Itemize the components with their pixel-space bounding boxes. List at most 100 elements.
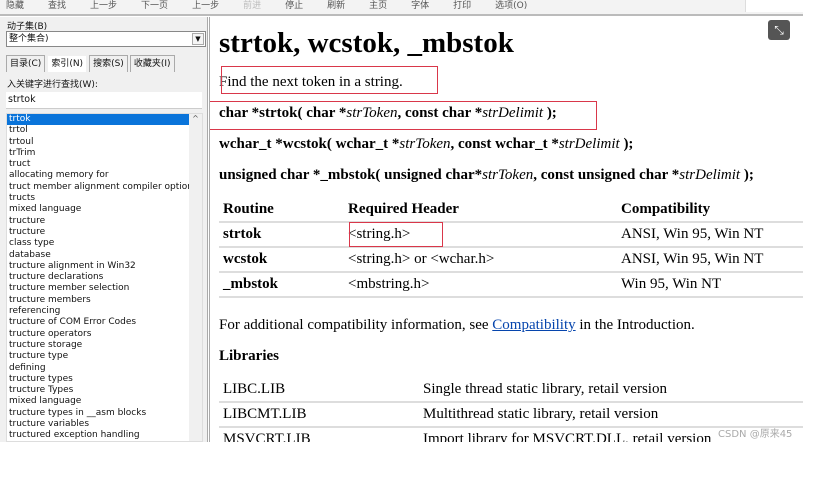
list-item[interactable]: tructure variables (7, 419, 190, 430)
list-item[interactable]: tructure of COM Error Codes (7, 317, 190, 328)
column-header: Compatibility (617, 197, 803, 223)
list-item[interactable]: tructure type (7, 351, 190, 362)
list-item[interactable]: tructs (7, 193, 190, 204)
tab-3[interactable]: 收藏夹(I) (129, 55, 175, 72)
highlight-box (210, 101, 597, 130)
toolbar-button[interactable]: 上一步 (90, 0, 117, 14)
toolbar-button[interactable]: 前进 (243, 0, 261, 14)
signature-mbstok: unsigned char *_mbstok( unsigned char*st… (219, 167, 754, 184)
toolbar-button[interactable]: 主页 (369, 0, 387, 14)
table-cell: Multithread static library, retail versi… (419, 402, 803, 428)
subset-select[interactable]: 整个集合) ▼ (6, 31, 206, 47)
sig-part: ); (619, 136, 634, 152)
help-nav-panel: 动子集(B) 整个集合) ▼ 目录(C) 索引(N) 搜索(S) 收藏夹(I) 入关键字… (0, 17, 207, 442)
list-item[interactable]: database (7, 250, 190, 261)
list-item[interactable]: tructure storage (7, 340, 190, 351)
table-cell: _mbstok (219, 272, 344, 298)
toolbar-button[interactable]: 选项(O) (495, 0, 527, 14)
list-item[interactable]: tructure types in __asm blocks (7, 408, 190, 419)
list-item[interactable]: truct (7, 159, 190, 170)
list-item[interactable]: tructure declarations (7, 272, 190, 283)
library-row: LIBCMT.LIB Multithread static library, re… (219, 402, 803, 428)
list-item[interactable]: tructure members (7, 295, 190, 306)
table-cell: strtok (219, 222, 344, 248)
list-item[interactable]: tructured exception handling (7, 430, 190, 441)
toolbar-button[interactable]: 停止 (285, 0, 303, 14)
compatibility-link[interactable]: Compatibility (492, 317, 575, 333)
sig-part: , const wchar_t * (450, 136, 559, 152)
list-item[interactable]: trtok (7, 114, 190, 126)
list-item[interactable]: tructure Types (7, 385, 190, 396)
list-item[interactable]: tructure alignment in Win32 (7, 261, 190, 272)
sig-part: strDelimit (558, 136, 620, 152)
toolbar-button[interactable]: 刷新 (327, 0, 345, 14)
toolbar: 隐藏 查找 上一步 下一页 上一步 前进 停止 刷新 主页 字体 打印 选项(O) (0, 0, 803, 16)
routine-table: Routine Required Header Compatibility strto… (219, 197, 803, 298)
list-item[interactable]: truct member alignment compiler option (7, 182, 193, 193)
help-content: strtok, wcstok, _mbstok Find the next to… (207, 17, 803, 442)
page-title: strtok, wcstok, _mbstok (219, 27, 514, 59)
table-row: _mbstok <mbstring.h> Win 95, Win NT (219, 272, 803, 298)
chevron-down-icon[interactable]: ▼ (192, 33, 204, 45)
tab-0[interactable]: 目录(C) (6, 55, 46, 72)
toolbar-button[interactable]: 隐藏 (6, 0, 24, 14)
table-cell: <mbstring.h> (344, 272, 617, 298)
sig-part: , const unsigned char * (533, 167, 680, 183)
compat-text: For additional compatibility information… (219, 317, 695, 333)
highlight-box (349, 222, 443, 247)
highlight-box (221, 66, 438, 94)
library-row: MSVCRT.LIB Import library for MSVCRT.DLL,… (219, 427, 803, 442)
table-row: wcstok <string.h> or <wchar.h> ANSI, Win 9… (219, 247, 803, 273)
keyword-input[interactable]: strtok (6, 92, 202, 109)
toolbar-button[interactable]: 字体 (411, 0, 429, 14)
list-item[interactable]: mixed language (7, 204, 190, 215)
list-item[interactable]: tructure operators (7, 329, 190, 340)
list-item[interactable]: tructure types (7, 374, 190, 385)
list-item[interactable]: tructure (7, 227, 190, 238)
list-item[interactable]: tructure member selection (7, 283, 190, 294)
libraries-heading: Libraries (219, 348, 279, 364)
list-item[interactable]: defining (7, 363, 190, 374)
column-header: Required Header (344, 197, 617, 223)
table-cell: LIBCMT.LIB (219, 402, 419, 428)
fullscreen-exit-button[interactable]: ⤡ (768, 20, 790, 40)
tab-1[interactable]: 索引(N) (47, 55, 88, 72)
libraries-table: LIBC.LIB Single thread static library, re… (219, 377, 803, 442)
table-cell: Win 95, Win NT (617, 272, 803, 298)
list-item[interactable]: mixed language (7, 396, 190, 407)
list-scrollbar[interactable]: ^ (189, 114, 202, 441)
collapse-icon: ⤡ (774, 23, 784, 37)
table-cell: <string.h> or <wchar.h> (344, 247, 617, 273)
list-item[interactable]: class type (7, 238, 190, 249)
library-row: LIBC.LIB Single thread static library, re… (219, 377, 803, 403)
sig-part: wchar_t *wcstok( wchar_t * (219, 136, 400, 152)
table-cell: LIBC.LIB (219, 377, 419, 403)
list-item[interactable]: allocating memory for (7, 170, 190, 181)
toolbar-button[interactable]: 查找 (48, 0, 66, 14)
chevron-up-icon[interactable]: ^ (189, 114, 202, 123)
table-cell: ANSI, Win 95, Win NT (617, 222, 803, 248)
list-item[interactable]: tructure (7, 216, 190, 227)
list-item[interactable]: referencing (7, 306, 190, 317)
signature-wcstok: wchar_t *wcstok( wchar_t *strToken, cons… (219, 136, 633, 153)
watermark: CSDN @原来45 (718, 429, 793, 440)
list-item[interactable]: trTrim (7, 148, 190, 159)
top-box (745, 0, 803, 12)
table-row: strtok <string.h> ANSI, Win 95, Win NT (219, 222, 803, 248)
subset-value: 整个集合) (9, 34, 49, 44)
sig-part: strToken (482, 167, 534, 183)
table-cell: Single thread static library, retail ver… (419, 377, 803, 403)
table-cell: MSVCRT.LIB (219, 427, 419, 442)
sig-part: ); (740, 167, 754, 183)
sig-part: strToken (399, 136, 451, 152)
list-item[interactable]: trtol (7, 125, 190, 136)
toolbar-button[interactable]: 下一页 (141, 0, 168, 14)
sig-part: unsigned char *_mbstok( unsigned char* (219, 167, 483, 183)
sig-part: strDelimit (679, 167, 741, 183)
column-header: Routine (219, 197, 344, 223)
toolbar-button[interactable]: 上一步 (192, 0, 219, 14)
list-item[interactable]: trtoul (7, 137, 190, 148)
toolbar-button[interactable]: 打印 (453, 0, 471, 14)
nav-tabs: 目录(C) 索引(N) 搜索(S) 收藏夹(I) (6, 55, 177, 72)
tab-2[interactable]: 搜索(S) (89, 55, 128, 72)
